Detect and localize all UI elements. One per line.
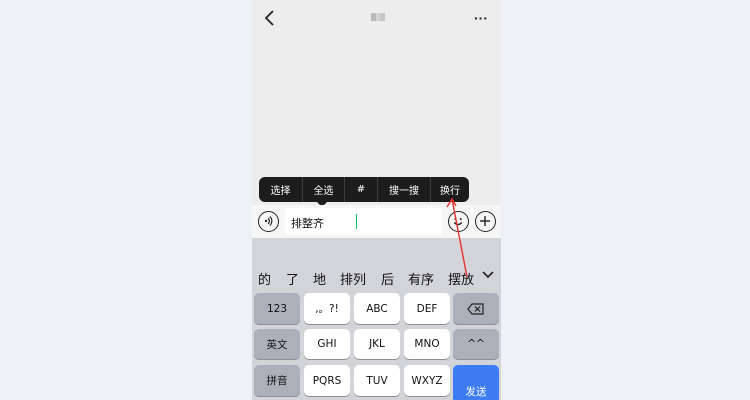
key-pinyin[interactable]: 拼音 bbox=[254, 365, 300, 396]
plus-icon[interactable] bbox=[475, 211, 496, 232]
voice-icon[interactable] bbox=[258, 211, 279, 232]
key-emoticon[interactable]: ^^ bbox=[453, 329, 499, 359]
candidate-word[interactable]: 摆放 bbox=[448, 269, 475, 288]
key-wxyz[interactable]: WXYZ bbox=[404, 365, 450, 396]
backspace-key[interactable] bbox=[453, 293, 499, 324]
menu-item-newline[interactable]: 换行 bbox=[431, 177, 469, 202]
candidate-word[interactable]: 的 bbox=[258, 269, 271, 288]
send-button[interactable]: 发送 bbox=[453, 365, 499, 400]
key-mno[interactable]: MNO bbox=[404, 329, 450, 359]
menu-item-search[interactable]: 搜一搜 bbox=[378, 177, 430, 202]
emoji-icon[interactable] bbox=[448, 211, 469, 232]
candidate-word[interactable]: 了 bbox=[286, 269, 299, 288]
phone-screen: ··· 选择 全选 # 搜一搜 换行 排整齐 的 了 地 排列 后 有序 摆放 … bbox=[252, 0, 501, 400]
backspace-icon bbox=[467, 302, 484, 315]
key-jkl[interactable]: JKL bbox=[354, 329, 400, 359]
key-pqrs[interactable]: PQRS bbox=[304, 365, 350, 396]
chat-title-redacted bbox=[371, 13, 385, 21]
key-ghi[interactable]: GHI bbox=[304, 329, 350, 359]
chat-header: ··· bbox=[252, 0, 501, 36]
key-abc[interactable]: ABC bbox=[354, 293, 400, 324]
text-caret bbox=[356, 214, 357, 229]
chevron-down-icon[interactable] bbox=[481, 270, 495, 280]
key-def[interactable]: DEF bbox=[404, 293, 450, 324]
key-numbers[interactable]: 123 bbox=[254, 293, 300, 324]
menu-item-hashtag[interactable]: # bbox=[345, 177, 377, 202]
candidate-word[interactable]: 地 bbox=[313, 269, 326, 288]
more-icon[interactable]: ··· bbox=[474, 10, 494, 26]
candidate-word[interactable]: 排列 bbox=[340, 269, 366, 288]
menu-item-select-all[interactable]: 全选 bbox=[303, 177, 344, 202]
candidate-word[interactable]: 后 bbox=[381, 269, 394, 288]
key-english[interactable]: 英文 bbox=[254, 329, 300, 359]
message-input-value: 排整齐 bbox=[291, 217, 324, 230]
message-input[interactable]: 排整齐 bbox=[285, 208, 442, 235]
chevron-left-icon[interactable] bbox=[260, 8, 280, 28]
key-punctuation[interactable]: ,。?! bbox=[304, 293, 350, 324]
input-bar: 排整齐 bbox=[252, 205, 501, 238]
keyboard: 的 了 地 排列 后 有序 摆放 123 ,。?! ABC DEF 英文 GHI… bbox=[252, 238, 501, 400]
candidate-word[interactable]: 有序 bbox=[408, 269, 434, 288]
key-tuv[interactable]: TUV bbox=[354, 365, 400, 396]
menu-item-select[interactable]: 选择 bbox=[259, 177, 302, 202]
text-context-menu: 选择 全选 # 搜一搜 换行 bbox=[259, 177, 469, 202]
candidate-strip: 的 了 地 排列 后 有序 摆放 bbox=[252, 238, 501, 290]
